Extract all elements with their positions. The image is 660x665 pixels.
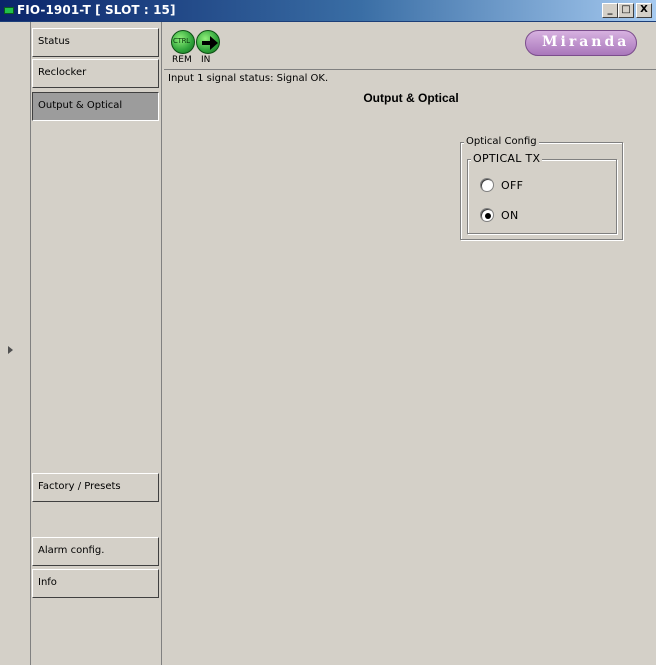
signal-status-text: Input 1 signal status: Signal OK. bbox=[168, 73, 329, 84]
logo-text: Miranda bbox=[542, 34, 630, 50]
sidebar-item-alarm-config[interactable]: Alarm config. bbox=[32, 537, 159, 566]
minimize-button[interactable]: _ bbox=[602, 3, 618, 18]
window-status-icon bbox=[4, 7, 14, 14]
sidebar: Status Reclocker Output & Optical Factor… bbox=[32, 22, 162, 665]
in-label: IN bbox=[201, 55, 211, 65]
rem-label: REM bbox=[172, 55, 192, 65]
ctrl-icon-text: CTRL bbox=[173, 37, 190, 45]
miranda-logo: Miranda bbox=[525, 30, 637, 56]
radio-off[interactable] bbox=[480, 178, 494, 192]
title-bar[interactable]: FIO-1901-T [ SLOT : 15] _ □ X bbox=[0, 0, 656, 22]
sidebar-item-factory-presets[interactable]: Factory / Presets bbox=[32, 473, 159, 502]
sidebar-item-status[interactable]: Status bbox=[32, 28, 159, 57]
optical-config-legend: Optical Config bbox=[464, 136, 539, 147]
close-button[interactable]: X bbox=[636, 3, 652, 18]
radio-selected-dot bbox=[485, 213, 491, 219]
expand-arrow-icon[interactable] bbox=[8, 346, 13, 354]
arrow-head bbox=[210, 36, 218, 50]
page-title-text: Output & Optical bbox=[363, 91, 459, 105]
sidebar-item-info[interactable]: Info bbox=[32, 569, 159, 598]
sidebar-item-reclocker[interactable]: Reclocker bbox=[32, 59, 159, 88]
ctrl-icon[interactable]: CTRL bbox=[171, 30, 195, 54]
radio-on-label[interactable]: ON bbox=[501, 209, 519, 222]
window-title: FIO-1901-T [ SLOT : 15] bbox=[17, 3, 176, 17]
radio-off-label[interactable]: OFF bbox=[501, 179, 523, 192]
app-window: FIO-1901-T [ SLOT : 15] _ □ X Status Rec… bbox=[0, 0, 656, 665]
maximize-button[interactable]: □ bbox=[618, 3, 634, 18]
main-panel: CTRL REM IN Miranda Input 1 signal statu… bbox=[164, 22, 656, 665]
optical-tx-legend: OPTICAL TX bbox=[471, 152, 543, 165]
page-title: Output & Optical bbox=[164, 91, 656, 105]
status-header: CTRL REM IN Miranda bbox=[164, 26, 656, 70]
sidebar-item-output-optical[interactable]: Output & Optical bbox=[32, 92, 159, 121]
optical-tx-group bbox=[467, 159, 617, 234]
radio-on[interactable] bbox=[480, 208, 494, 222]
input-arrow-icon[interactable] bbox=[196, 30, 220, 54]
collapse-strip[interactable] bbox=[0, 22, 31, 665]
